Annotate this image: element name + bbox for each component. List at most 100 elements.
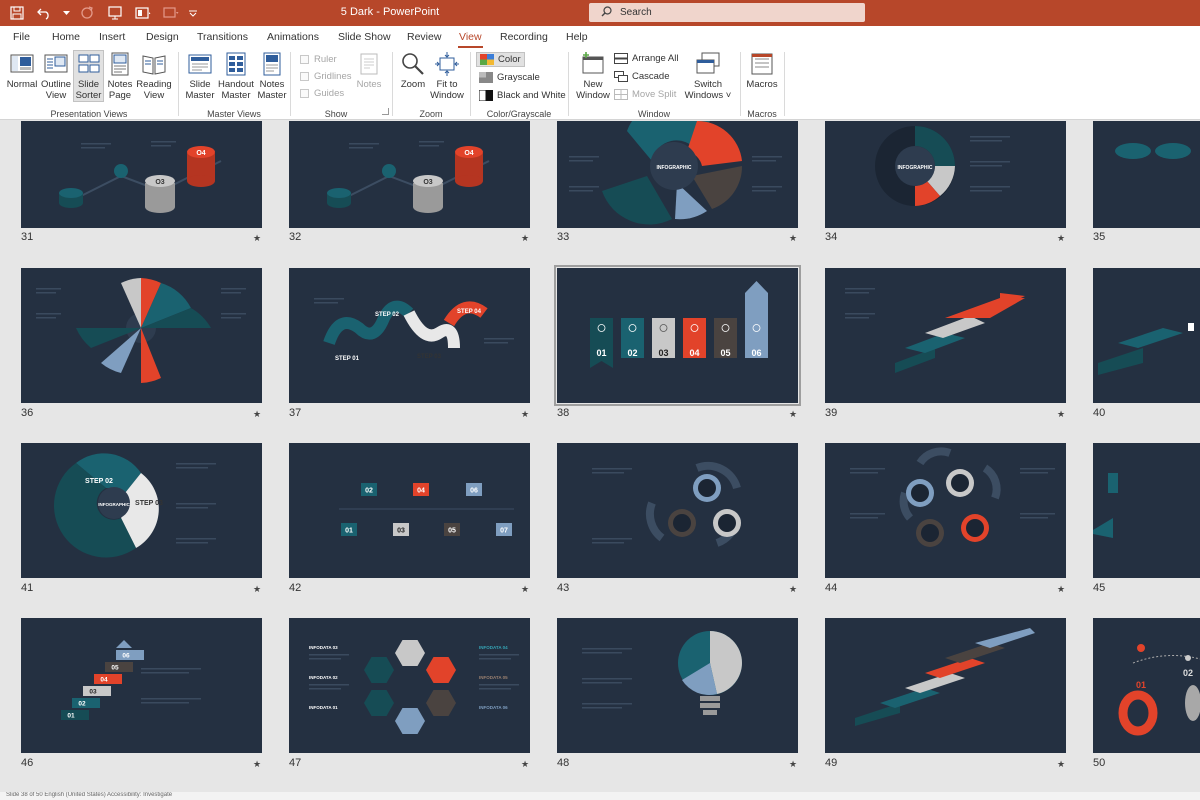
undo-icon[interactable]: [34, 3, 56, 23]
slide-thumbnail-50[interactable]: 01 02: [1093, 618, 1200, 753]
slide-thumbnail-49[interactable]: [825, 618, 1066, 753]
slide-thumbnail-34[interactable]: INFOGRAPHIC: [825, 121, 1066, 228]
gridlines-checkbox[interactable]: Gridlines: [300, 71, 352, 82]
black-white-icon: [479, 90, 493, 101]
guides-checkbox[interactable]: Guides: [300, 88, 344, 99]
transition-star-icon[interactable]: ★: [1057, 584, 1065, 595]
transition-star-icon[interactable]: ★: [521, 759, 529, 770]
tab-review[interactable]: Review: [407, 31, 441, 43]
transition-star-icon[interactable]: ★: [253, 584, 261, 595]
slide-thumbnail-45[interactable]: [1093, 443, 1200, 578]
switch-windows-button[interactable]: Switch Windows ˅: [684, 51, 732, 101]
slide-thumbnail-48[interactable]: [557, 618, 798, 753]
checkbox-box: [300, 72, 309, 81]
slide-number: 43: [557, 582, 570, 594]
tab-animations[interactable]: Animations: [267, 31, 319, 43]
svg-text:02: 02: [365, 488, 373, 495]
tab-help[interactable]: Help: [566, 31, 588, 43]
undo-dropdown-icon[interactable]: [62, 3, 70, 23]
window-group-label: Window: [637, 109, 670, 119]
tab-insert[interactable]: Insert: [99, 31, 125, 43]
tab-file[interactable]: File: [13, 31, 30, 43]
slide-thumbnail-31[interactable]: O3 O4: [21, 121, 262, 228]
svg-text:05: 05: [111, 665, 119, 672]
slide-thumbnail-41[interactable]: INFOGRAPHIC STEP 02 STEP 03: [21, 443, 262, 578]
tab-slide-show[interactable]: Slide Show: [338, 31, 391, 43]
transition-star-icon[interactable]: ★: [253, 409, 261, 420]
slide-thumbnail-32[interactable]: O3 O4: [289, 121, 530, 228]
transition-star-icon[interactable]: ★: [1057, 233, 1065, 244]
svg-text:INFODATA 04: INFODATA 04: [479, 645, 508, 650]
normal-view-button[interactable]: Normal: [6, 51, 38, 90]
tab-transitions[interactable]: Transitions: [197, 31, 248, 43]
slide-number: 33: [557, 231, 570, 243]
handout-master-button[interactable]: Handout Master: [217, 51, 255, 101]
transition-star-icon[interactable]: ★: [253, 233, 261, 244]
macros-group-label: Macros: [747, 109, 777, 119]
transition-star-icon[interactable]: ★: [789, 759, 797, 770]
shape-icon[interactable]: [160, 3, 182, 23]
svg-text:O3: O3: [423, 179, 432, 186]
tab-home[interactable]: Home: [52, 31, 80, 43]
redo-icon[interactable]: [76, 3, 98, 23]
slide-sorter-pane[interactable]: O3 O4 31 ★ O3 O4 32 ★ INFOGRAPHIC 33 ★ INFO…: [0, 121, 1200, 792]
notes-master-button[interactable]: Notes Master: [256, 51, 288, 101]
color-button[interactable]: Color: [476, 52, 525, 67]
slide-master-button[interactable]: Slide Master: [184, 51, 216, 101]
move-split-button[interactable]: Move Split: [614, 89, 676, 100]
slide-content-fan: [36, 278, 246, 383]
ruler-checkbox[interactable]: Ruler: [300, 54, 337, 65]
new-window-button[interactable]: New Window: [576, 51, 610, 101]
slide-thumbnail-47[interactable]: INFODATA 03 INFODATA 02 INFODATA 01 INFODAT…: [289, 618, 530, 753]
arrange-all-button[interactable]: Arrange All: [614, 53, 678, 64]
transition-star-icon[interactable]: ★: [521, 584, 529, 595]
slide-sorter-button[interactable]: Slide Sorter: [73, 50, 104, 102]
notes-page-button[interactable]: Notes Page: [106, 51, 134, 101]
svg-text:06: 06: [470, 488, 478, 495]
present-from-beginning-icon[interactable]: [104, 3, 126, 23]
slide-number: 50: [1093, 757, 1106, 769]
outline-view-button[interactable]: Outline View: [40, 51, 72, 101]
slide-thumbnail-39[interactable]: [825, 268, 1066, 403]
slide-thumbnail-40[interactable]: [1093, 268, 1200, 403]
grayscale-button[interactable]: Grayscale: [479, 72, 540, 83]
transition-star-icon[interactable]: ★: [1057, 759, 1065, 770]
tab-view[interactable]: View: [458, 31, 483, 48]
macros-button[interactable]: Macros: [746, 51, 778, 90]
zoom-button[interactable]: Zoom: [398, 51, 428, 90]
transition-star-icon[interactable]: ★: [789, 409, 797, 420]
save-icon[interactable]: [6, 3, 28, 23]
notes-button[interactable]: Notes: [356, 51, 382, 90]
tab-design[interactable]: Design: [146, 31, 179, 43]
slide-thumbnail-46[interactable]: 01 02 03 04 05 06: [21, 618, 262, 753]
slide-content-donut: INFOGRAPHIC: [875, 126, 1010, 206]
customize-qat-icon[interactable]: [188, 3, 198, 23]
transition-star-icon[interactable]: ★: [789, 233, 797, 244]
slide-thumbnail-38[interactable]: 01 02 03 04 05 06: [554, 265, 801, 406]
black-and-white-button[interactable]: Black and White: [479, 90, 566, 101]
slide-thumbnail-42[interactable]: 02 04 06 01 03 05 07: [289, 443, 530, 578]
move-split-icon: [614, 89, 628, 100]
slide-layout-icon[interactable]: [132, 3, 154, 23]
slide-thumbnail-35[interactable]: [1093, 121, 1200, 228]
transition-star-icon[interactable]: ★: [521, 409, 529, 420]
cascade-button[interactable]: Cascade: [614, 71, 670, 82]
transition-star-icon[interactable]: ★: [253, 759, 261, 770]
slide-thumbnail-37[interactable]: STEP 02 STEP 04 STEP 03 STEP 01: [289, 268, 530, 403]
slide-thumbnail-36[interactable]: [21, 268, 262, 403]
notes-icon: [360, 53, 378, 75]
show-dialog-launcher-icon[interactable]: [382, 108, 389, 115]
slide-number: 31: [21, 231, 34, 243]
transition-star-icon[interactable]: ★: [521, 233, 529, 244]
search-box[interactable]: Search: [589, 3, 865, 22]
slide-content-wave: STEP 02 STEP 04 STEP 03 STEP 01: [314, 298, 514, 362]
slide-thumbnail-43[interactable]: [557, 443, 798, 578]
slide-thumbnail-44[interactable]: [825, 443, 1066, 578]
slide-thumbnail-33[interactable]: INFOGRAPHIC: [557, 121, 798, 228]
transition-star-icon[interactable]: ★: [1057, 409, 1065, 420]
reading-view-button[interactable]: Reading View: [136, 51, 172, 101]
status-bar: Slide 38 of 50 English (United States) A…: [0, 792, 1200, 800]
fit-to-window-button[interactable]: Fit to Window: [429, 51, 465, 101]
transition-star-icon[interactable]: ★: [789, 584, 797, 595]
tab-recording[interactable]: Recording: [500, 31, 548, 43]
